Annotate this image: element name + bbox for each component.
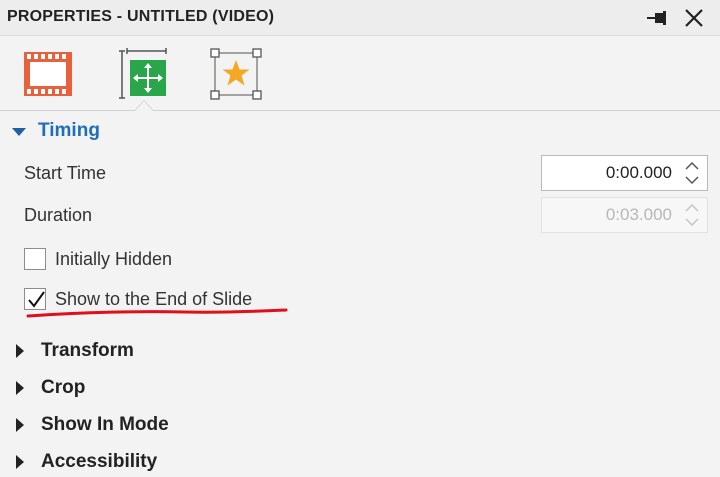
active-tab-indicator bbox=[134, 100, 154, 111]
star-effects-icon[interactable] bbox=[210, 48, 262, 100]
initially-hidden-label: Initially Hidden bbox=[55, 248, 173, 269]
section-crop-label: Crop bbox=[41, 377, 86, 398]
caret-down-icon bbox=[12, 128, 26, 136]
section-accessibility[interactable]: Accessibility bbox=[12, 451, 157, 473]
spinner-arrows-icon[interactable] bbox=[683, 160, 701, 186]
section-transform[interactable]: Transform bbox=[12, 340, 134, 362]
spinner-arrows-icon bbox=[685, 203, 699, 227]
start-time-spinner[interactable] bbox=[541, 155, 708, 191]
properties-toolbar bbox=[0, 36, 720, 111]
initially-hidden-checkbox[interactable]: Initially Hidden bbox=[24, 248, 172, 270]
section-accessibility-label: Accessibility bbox=[41, 451, 158, 472]
start-time-label: Start Time bbox=[24, 163, 107, 183]
section-show-in-mode-label: Show In Mode bbox=[41, 414, 169, 435]
start-time-input[interactable] bbox=[542, 156, 676, 190]
caret-right-icon bbox=[16, 455, 24, 469]
section-crop[interactable]: Crop bbox=[12, 377, 85, 399]
film-strip-icon[interactable] bbox=[22, 48, 74, 100]
duration-label: Duration bbox=[24, 205, 93, 225]
caret-right-icon bbox=[16, 418, 24, 432]
red-annotation-underline bbox=[26, 308, 288, 318]
duration-input bbox=[542, 198, 676, 232]
checkbox-box[interactable] bbox=[24, 248, 46, 270]
panel-title: PROPERTIES - UNTITLED (VIDEO) bbox=[7, 8, 275, 25]
section-transform-label: Transform bbox=[41, 340, 134, 361]
move-resize-icon[interactable] bbox=[118, 48, 170, 100]
duration-spinner bbox=[541, 197, 708, 233]
pin-icon[interactable] bbox=[646, 9, 670, 27]
caret-right-icon bbox=[16, 344, 24, 358]
section-timing[interactable]: Timing bbox=[12, 120, 100, 142]
caret-right-icon bbox=[16, 381, 24, 395]
panel-title-bar: PROPERTIES - UNTITLED (VIDEO) bbox=[0, 0, 720, 36]
section-show-in-mode[interactable]: Show In Mode bbox=[12, 414, 169, 436]
section-timing-label: Timing bbox=[38, 120, 100, 141]
close-icon[interactable] bbox=[683, 7, 705, 29]
